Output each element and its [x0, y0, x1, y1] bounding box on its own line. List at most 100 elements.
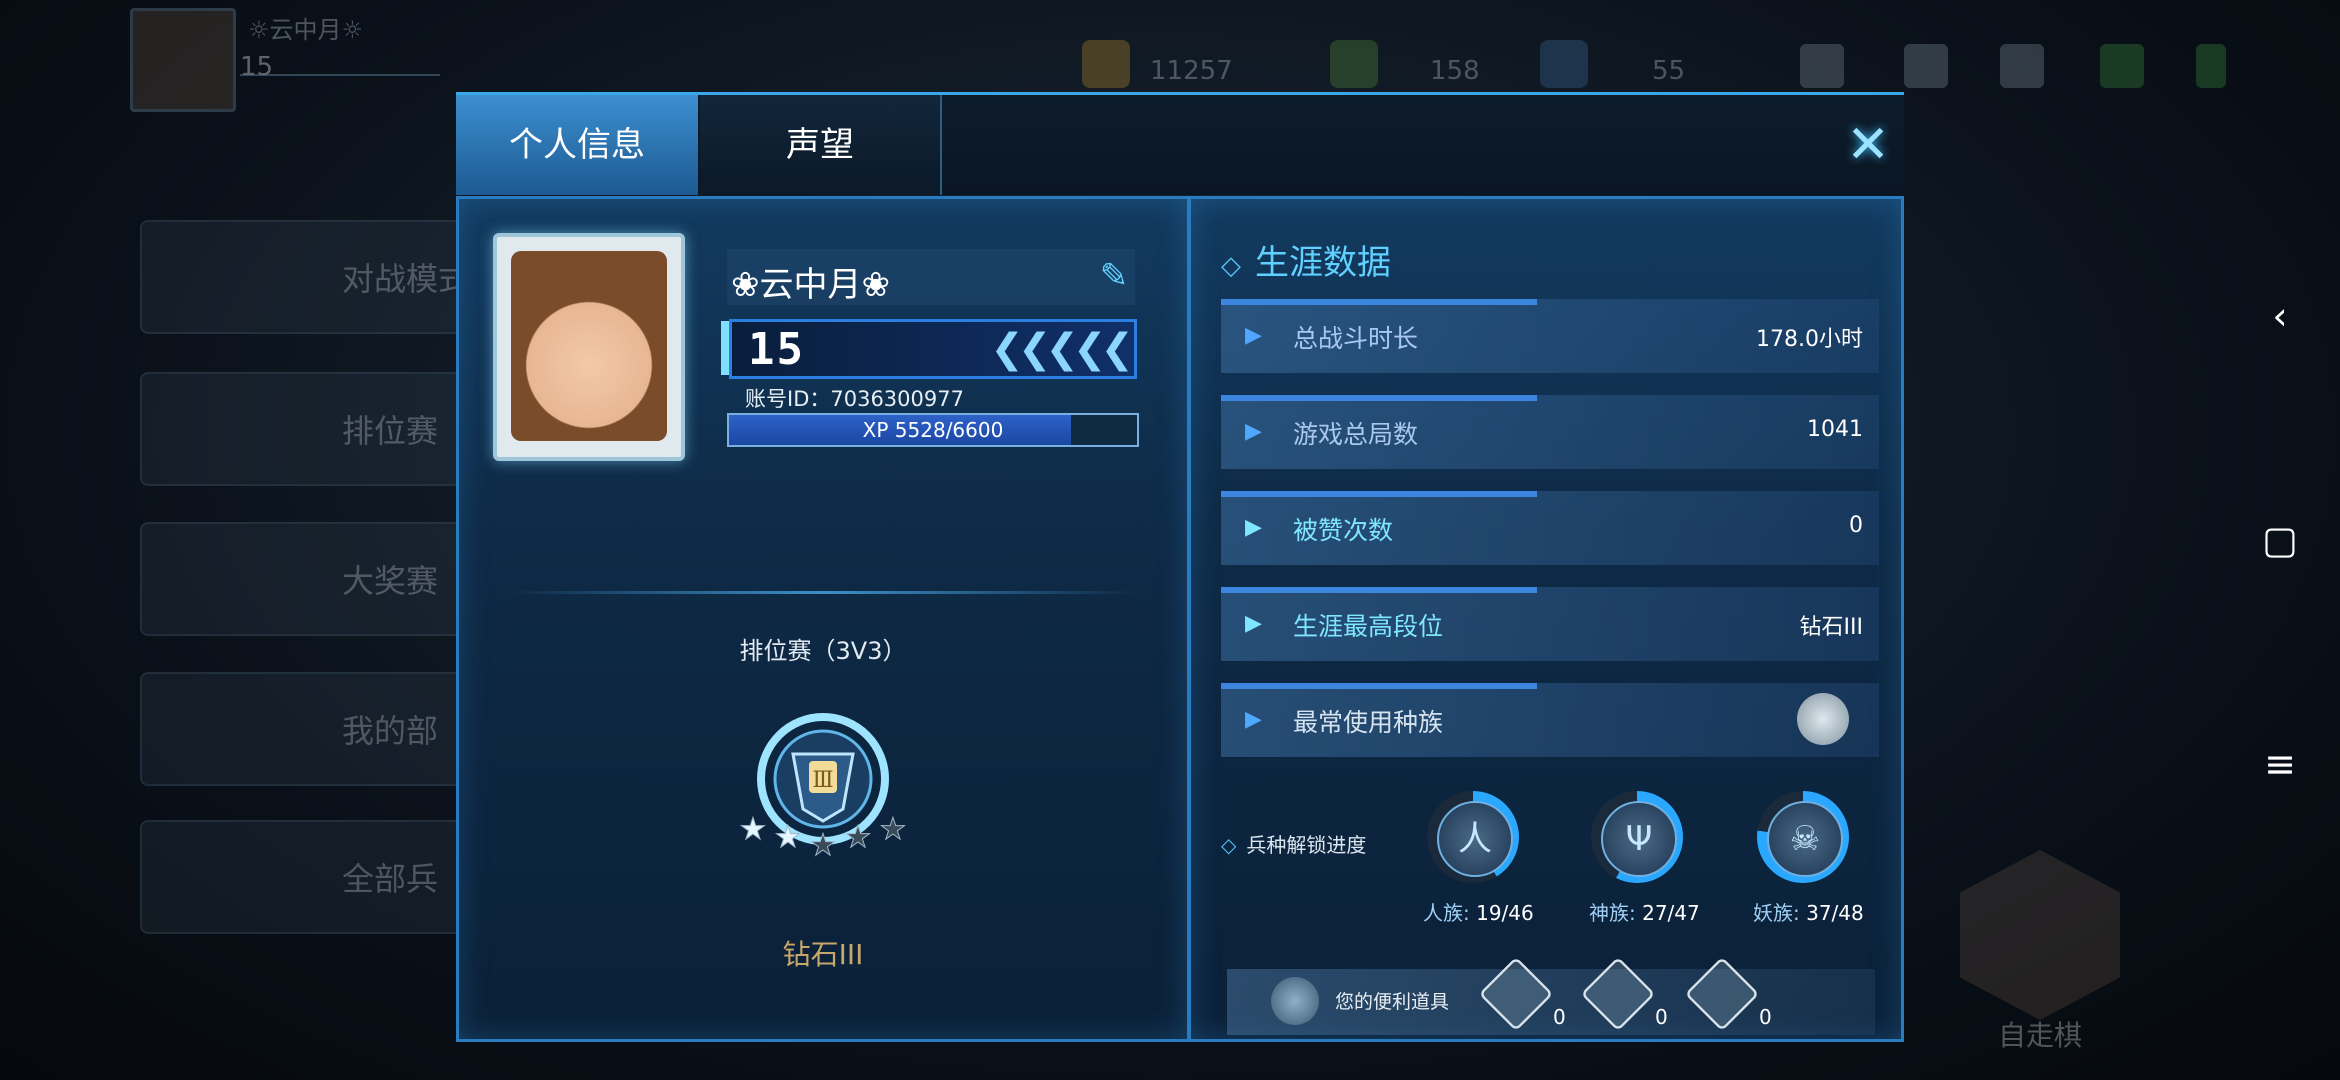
- close-icon[interactable]: ✕: [1844, 119, 1892, 171]
- rank-name: 钻石III: [782, 938, 864, 971]
- bg-avatar: [130, 8, 236, 112]
- stat-label: 总战斗时长: [1293, 324, 1419, 353]
- stat-row-highest-rank: ▶ 生涯最高段位 钻石III: [1221, 587, 1879, 661]
- level-accent-bar: [721, 321, 729, 375]
- unlock-title-text: 兵种解锁进度: [1246, 833, 1367, 857]
- bg-menu-my-troops: 我的部: [140, 672, 504, 786]
- bg-menu-all-units: 全部兵: [140, 820, 504, 934]
- career-title: ◇ 生涯数据: [1221, 235, 1391, 284]
- item-count: 0: [1655, 1005, 1668, 1029]
- bg-resource-gold: 11257: [1150, 56, 1233, 86]
- human-race-progress[interactable]: 人: [1427, 791, 1519, 883]
- bg-resource-gem: 158: [1430, 56, 1480, 86]
- level-badge: 15 ❮❮❮❮❮: [729, 319, 1137, 379]
- divider: [509, 591, 1139, 594]
- bg-resource-crystal: 55: [1652, 56, 1686, 86]
- play-triangle-icon: ▶: [1245, 323, 1262, 348]
- edit-name-icon[interactable]: ✎: [1093, 255, 1135, 297]
- friends-icon: [1800, 44, 1844, 88]
- bg-player-name: ☼云中月☼: [248, 16, 364, 44]
- stat-label: 生涯最高段位: [1293, 612, 1444, 641]
- xp-text: XP 5528/6600: [862, 418, 1004, 442]
- crystal-icon: [1540, 40, 1588, 88]
- star-empty-icon: ★: [880, 812, 907, 847]
- tab-personal-info[interactable]: 个人信息: [456, 95, 698, 195]
- bg-player-level: 15: [240, 52, 440, 82]
- star-filled-icon: ★: [740, 812, 767, 847]
- play-triangle-icon: ▶: [1245, 515, 1262, 540]
- auto-chess-hero-icon: [1960, 850, 2120, 1020]
- diamond-bullet-icon: ◇: [1221, 833, 1237, 857]
- nav-menu-icon[interactable]: ≡: [2250, 734, 2310, 794]
- level-chevrons-icon: ❮❮❮❮❮: [990, 326, 1134, 372]
- bg-menu-battle-mode: 对战模式: [140, 220, 504, 334]
- item-slot[interactable]: 0: [1579, 956, 1668, 1033]
- item-slot[interactable]: 0: [1477, 956, 1566, 1033]
- gold-icon: [1082, 40, 1130, 88]
- career-title-text: 生涯数据: [1255, 243, 1391, 283]
- nav-home-icon[interactable]: ▢: [2250, 510, 2310, 570]
- human-race-label: 人族: 19/46: [1423, 901, 1534, 925]
- stat-value: 0: [1849, 513, 1863, 538]
- rank-tier-numeral: Ⅲ: [812, 768, 833, 793]
- profile-panel: ❀云中月❀ ✎ 15 ❮❮❮❮❮ 账号ID：7036300977 XP 5528…: [456, 196, 1190, 1042]
- play-triangle-icon: ▶: [1245, 707, 1262, 732]
- bg-auto-chess-label: 自走棋: [1998, 1019, 2083, 1052]
- bg-menu-grand-prix: 大奖赛: [140, 522, 504, 636]
- item-count: 0: [1759, 1005, 1772, 1029]
- items-label: 您的便利道具: [1335, 991, 1450, 1013]
- protoss-race-progress[interactable]: Ψ: [1591, 791, 1683, 883]
- item-slot[interactable]: 0: [1683, 956, 1772, 1033]
- battery-icon: [2196, 44, 2226, 88]
- diamond-bullet-icon: ◇: [1221, 251, 1241, 281]
- stat-row-likes: ▶ 被赞次数 0: [1221, 491, 1879, 565]
- player-level: 15: [748, 324, 805, 375]
- xp-bar: XP 5528/6600: [727, 413, 1139, 447]
- convenience-items-bar: 您的便利道具 0 0 0: [1227, 956, 1875, 1035]
- tab-reputation[interactable]: 声望: [700, 95, 942, 195]
- demon-race-icon: [1797, 693, 1849, 745]
- avatar-portrait: [511, 251, 667, 441]
- star-filled-icon: ★: [775, 820, 802, 855]
- stat-label: 游戏总局数: [1293, 420, 1419, 449]
- unlock-progress-title: ◇ 兵种解锁进度: [1221, 829, 1366, 858]
- item-tool-icon: [1684, 956, 1760, 1032]
- stat-value: 钻石III: [1799, 615, 1863, 640]
- item-key-icon: [1580, 956, 1656, 1032]
- demon-race-icon: ☠: [1789, 819, 1821, 859]
- play-triangle-icon: ▶: [1245, 419, 1262, 444]
- name-row: ❀云中月❀ ✎: [727, 249, 1135, 305]
- mail-icon: [1904, 44, 1948, 88]
- item-card-icon: [1478, 956, 1554, 1032]
- stat-row-total-games: ▶ 游戏总局数 1041: [1221, 395, 1879, 469]
- items-box-icon: [1271, 977, 1319, 1025]
- tab-bar: 个人信息 声望 ✕: [456, 92, 1904, 195]
- bg-menu-ranked: 排位赛: [140, 372, 504, 486]
- item-count: 0: [1553, 1005, 1566, 1029]
- settings-gear-icon: [2000, 44, 2044, 88]
- stat-row-battle-time: ▶ 总战斗时长 178.0小时: [1221, 299, 1879, 373]
- stat-value: 178.0小时: [1756, 327, 1863, 352]
- account-id: 账号ID：7036300977: [745, 387, 964, 411]
- profile-dialog: 个人信息 声望 ✕ ❀云中月❀ ✎ 15 ❮❮❮❮❮ 账号ID：70363009…: [456, 92, 1904, 1042]
- player-name: ❀云中月❀: [731, 265, 890, 305]
- career-panel: ◇ 生涯数据 ▶ 总战斗时长 178.0小时 ▶ 游戏总局数 1041 ▶ 被赞次…: [1188, 196, 1904, 1042]
- protoss-race-icon: Ψ: [1625, 819, 1653, 859]
- rank-mode-title: 排位赛（3V3）: [739, 637, 907, 665]
- stat-label: 最常使用种族: [1293, 708, 1444, 737]
- demon-race-label: 妖族: 37/48: [1753, 901, 1864, 925]
- stat-label: 被赞次数: [1293, 516, 1394, 545]
- stat-row-favorite-race: ▶ 最常使用种族: [1221, 683, 1879, 757]
- nav-back-icon[interactable]: ‹: [2250, 286, 2310, 346]
- star-empty-icon: ★: [845, 820, 872, 855]
- play-triangle-icon: ▶: [1245, 611, 1262, 636]
- gem-icon: [1330, 40, 1378, 88]
- stat-value: 1041: [1807, 417, 1863, 442]
- human-race-icon: 人: [1458, 819, 1492, 859]
- avatar[interactable]: [493, 233, 685, 461]
- protoss-race-label: 神族: 27/47: [1589, 901, 1700, 925]
- star-empty-icon: ★: [810, 828, 837, 863]
- signal-icon: [2100, 44, 2144, 88]
- rank-emblem-icon: Ⅲ ★ ★ ★ ★ ★: [739, 713, 907, 864]
- demon-race-progress[interactable]: ☠: [1757, 791, 1849, 883]
